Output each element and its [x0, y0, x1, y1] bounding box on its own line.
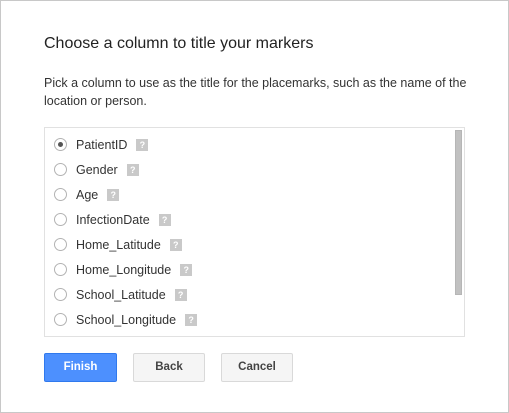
column-option-home-latitude[interactable]: Home_Latitude ? — [45, 232, 450, 257]
column-radio-list: PatientID ? Gender ? Age ? InfectionDate… — [45, 132, 450, 332]
column-option-label: Home_Latitude — [76, 237, 161, 252]
help-icon[interactable]: ? — [169, 238, 182, 251]
dialog-title: Choose a column to title your markers — [44, 35, 314, 52]
scrollbar-thumb[interactable] — [455, 130, 462, 295]
column-option-gender[interactable]: Gender ? — [45, 157, 450, 182]
help-icon[interactable]: ? — [136, 138, 149, 151]
radio-button[interactable] — [54, 238, 67, 251]
column-list-box: PatientID ? Gender ? Age ? InfectionDate… — [44, 127, 465, 337]
radio-button[interactable] — [54, 213, 67, 226]
column-option-label: Gender — [76, 162, 118, 177]
column-option-school-longitude[interactable]: School_Longitude ? — [45, 307, 450, 332]
column-option-home-longitude[interactable]: Home_Longitude ? — [45, 257, 450, 282]
radio-button[interactable] — [54, 163, 67, 176]
column-option-school-latitude[interactable]: School_Latitude ? — [45, 282, 450, 307]
column-option-label: Home_Longitude — [76, 262, 172, 277]
column-option-infectiondate[interactable]: InfectionDate ? — [45, 207, 450, 232]
radio-button[interactable] — [54, 313, 67, 326]
radio-button[interactable] — [54, 263, 67, 276]
column-option-age[interactable]: Age ? — [45, 182, 450, 207]
help-icon[interactable]: ? — [107, 188, 120, 201]
help-icon[interactable]: ? — [180, 263, 193, 276]
radio-button[interactable] — [54, 288, 67, 301]
cancel-button[interactable]: Cancel — [221, 353, 293, 382]
dialog-description: Pick a column to use as the title for th… — [44, 76, 467, 108]
help-icon[interactable]: ? — [158, 213, 171, 226]
help-icon[interactable]: ? — [185, 313, 198, 326]
column-option-label: School_Latitude — [76, 287, 166, 302]
column-option-label: School_Longitude — [76, 312, 177, 327]
list-scrollbar[interactable] — [454, 128, 464, 336]
column-option-label: PatientID — [76, 137, 128, 152]
column-option-label: Age — [76, 187, 99, 202]
back-button[interactable]: Back — [133, 353, 205, 382]
column-option-label: InfectionDate — [76, 212, 150, 227]
finish-button[interactable]: Finish — [44, 353, 117, 382]
help-icon[interactable]: ? — [126, 163, 139, 176]
radio-button[interactable] — [54, 138, 67, 151]
choose-title-column-dialog: Choose a column to title your markers Pi… — [0, 0, 509, 413]
column-option-patientid[interactable]: PatientID ? — [45, 132, 450, 157]
radio-button[interactable] — [54, 188, 67, 201]
help-icon[interactable]: ? — [174, 288, 187, 301]
